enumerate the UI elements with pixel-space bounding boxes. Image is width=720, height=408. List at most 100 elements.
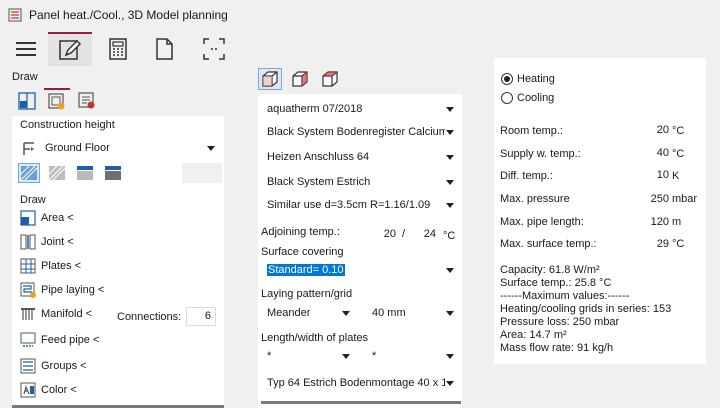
usage-select[interactable]: Similar use d=3.5cm R=1.16/1.09 <box>261 194 461 216</box>
draw-groups-button[interactable]: Groups < <box>20 356 87 376</box>
floor-select-value: Ground Floor <box>45 142 110 154</box>
hatch-blue-bar-button[interactable] <box>74 163 96 183</box>
menu-tab[interactable] <box>4 32 48 66</box>
main-tab-bar <box>0 32 228 66</box>
layout-icon <box>18 92 36 110</box>
view-cube-side-button[interactable] <box>288 68 312 90</box>
cooling-radio-label: Cooling <box>517 92 555 104</box>
left-panel: Panel heat./Cool., 3D Model planning Dra… <box>0 0 228 408</box>
draw-joint-label: Joint < <box>41 236 74 248</box>
connection-select[interactable]: Heizen Anschluss 64 <box>261 146 461 168</box>
manufacturer-select[interactable]: aquatherm 07/2018 <box>261 98 461 120</box>
surface-covering-select-value: Standard= 0.10 <box>267 264 345 276</box>
laying-grid-select[interactable]: 40 mm <box>366 302 461 324</box>
draw-color-button[interactable]: Color < <box>20 380 77 400</box>
adjoining-temp-a-input[interactable]: 20 <box>372 225 396 243</box>
view-cube-default-button[interactable] <box>258 68 282 90</box>
draw-content: Construction height Ground Floor Draw Ar… <box>12 116 224 408</box>
chevron-down-icon <box>342 354 350 359</box>
subtab-modify[interactable] <box>74 88 100 114</box>
laying-pattern-select[interactable]: Meander <box>261 302 357 324</box>
cube-top-icon <box>322 71 338 87</box>
max-pressure-unit: mbar <box>672 193 698 205</box>
plate-type-select-value: Typ 64 Estrich Bodenmontage 40 x 1 <box>267 377 445 389</box>
app-icon <box>8 8 22 22</box>
hatch-blue-button[interactable] <box>18 163 40 183</box>
hatch-dark-bar-button[interactable] <box>102 163 124 183</box>
surface-covering-select[interactable]: Standard= 0.10 <box>261 259 461 281</box>
supply-temp-input[interactable]: 40 <box>637 144 669 162</box>
calculation-tab[interactable] <box>96 32 140 66</box>
max-surface-temp-unit: °C <box>672 238 685 250</box>
subtab-layout[interactable] <box>14 88 40 114</box>
cube-icon <box>262 71 278 87</box>
room-temp-unit: °C <box>672 125 685 137</box>
radio-selected-icon <box>501 73 513 85</box>
draw-plates-button[interactable]: Plates < <box>20 256 81 276</box>
construction-height-label: Construction height <box>20 119 115 131</box>
heating-radio[interactable]: Heating <box>501 73 555 85</box>
room-temp-label: Room temp.: <box>500 125 563 137</box>
laying-pattern-select-value: Meander <box>267 307 311 319</box>
hatch-gray-button[interactable] <box>46 163 68 183</box>
diff-temp-input[interactable]: 10 <box>637 166 669 184</box>
adjoining-temp-b-input[interactable]: 24 <box>412 225 436 243</box>
draw-joint-button[interactable]: Joint < <box>20 232 74 252</box>
chevron-down-icon <box>446 180 454 185</box>
result-pressure-loss: Pressure loss: 250 mbar <box>500 316 620 328</box>
chevron-down-icon <box>446 381 454 386</box>
modify-area-icon <box>78 92 95 109</box>
draw-manifold-button[interactable]: Manifold < <box>20 304 92 324</box>
pipe-laying-icon <box>20 282 36 298</box>
cooling-radio[interactable]: Cooling <box>501 92 554 104</box>
manifold-icon <box>21 308 35 320</box>
hatch-preview <box>182 163 222 183</box>
document-icon <box>156 38 173 60</box>
plate-length-select[interactable]: * <box>261 345 357 367</box>
fullscreen-tab[interactable] <box>192 32 236 66</box>
draw-subtab-bar <box>0 86 228 116</box>
heating-radio-label: Heating <box>517 73 555 85</box>
adjoining-temp-label: Adjoining temp.: <box>261 226 340 238</box>
system-select[interactable]: Black System Bodenregister Calciumsu <box>261 121 461 143</box>
result-max-header: ------Maximum values:------ <box>500 290 630 302</box>
hatch-toolbar <box>18 163 228 183</box>
draw-area-label: Area < <box>41 212 74 224</box>
draw-feed-pipe-label: Feed pipe < <box>41 334 100 346</box>
chevron-down-icon <box>446 311 454 316</box>
adjoining-temp-separator: / <box>402 228 406 240</box>
draw-feed-pipe-button[interactable]: Feed pipe < <box>20 330 99 350</box>
pencil-edit-icon <box>59 39 82 60</box>
result-mass-flow: Mass flow rate: 91 kg/h <box>500 342 614 354</box>
hatch-blue-icon <box>21 166 37 180</box>
draw-pipe-laying-button[interactable]: Pipe laying < <box>20 280 104 300</box>
view-cube-top-button[interactable] <box>318 68 342 90</box>
room-temp-input[interactable]: 20 <box>637 121 669 139</box>
draw-tab[interactable] <box>48 32 92 66</box>
max-pipe-length-input[interactable]: 120 <box>637 213 669 231</box>
system-select-value: Black System Bodenregister Calciumsu <box>267 126 445 138</box>
result-capacity: Capacity: 61.8 W/m² <box>500 264 600 276</box>
cube-side-icon <box>292 71 308 87</box>
subtab-edit[interactable] <box>44 88 70 114</box>
hatch-blue-bar-icon <box>77 166 93 180</box>
screed-select-value: Black System Estrich <box>267 176 371 188</box>
chevron-down-icon <box>446 354 454 359</box>
result-grids-in-series: Heating/cooling grids in series: 153 <box>500 303 672 315</box>
surface-covering-label: Surface covering <box>261 246 344 258</box>
document-tab[interactable] <box>142 32 186 66</box>
calculator-icon <box>109 38 127 60</box>
max-surface-temp-input[interactable]: 29 <box>637 235 669 253</box>
max-pressure-input[interactable]: 250 <box>637 190 669 208</box>
chevron-down-icon <box>446 203 454 208</box>
result-surface-temp: Surface temp.: 25.8 °C <box>500 277 612 289</box>
plate-type-select[interactable]: Typ 64 Estrich Bodenmontage 40 x 1 <box>261 372 461 394</box>
max-pipe-length-label: Max. pipe length: <box>500 216 584 228</box>
color-icon <box>20 382 36 398</box>
screed-select[interactable]: Black System Estrich <box>261 171 461 193</box>
floor-select[interactable]: Ground Floor <box>16 137 222 159</box>
draw-area-button[interactable]: Area < <box>20 208 74 228</box>
radio-unselected-icon <box>501 92 513 104</box>
plate-width-select[interactable]: * <box>366 345 461 367</box>
connections-input[interactable]: 6 <box>186 307 216 326</box>
